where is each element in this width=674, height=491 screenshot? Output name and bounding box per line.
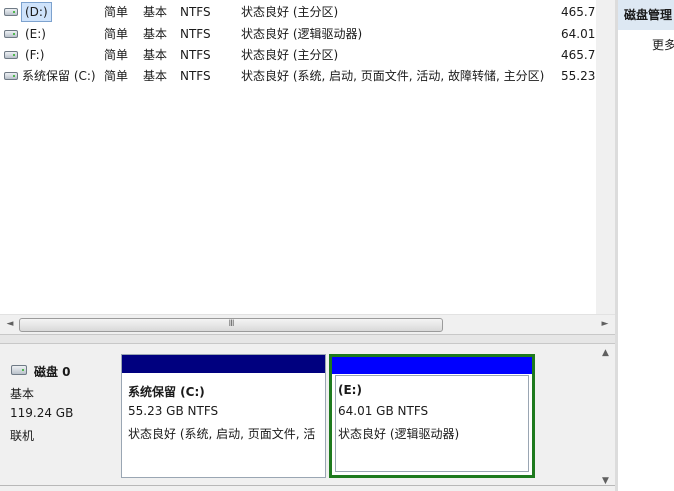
volume-name: 系统保留 (C:) bbox=[22, 69, 96, 83]
volume-layout: 简单 bbox=[104, 27, 129, 41]
volume-layout: 简单 bbox=[104, 69, 129, 83]
partition-status: 状态良好 (系统, 启动, 页面文件, 活 bbox=[128, 427, 316, 441]
disk-name: 磁盘 0 bbox=[34, 365, 71, 379]
drive-icon bbox=[4, 51, 18, 59]
volume-type: 基本 bbox=[143, 48, 168, 62]
disk-label-panel[interactable]: 磁盘 0 基本 119.24 GB 联机 bbox=[4, 351, 119, 481]
partition-e[interactable]: (E:) 64.01 GB NTFS 状态良好 (逻辑驱动器) bbox=[329, 354, 535, 478]
volume-row-f[interactable]: (F:) 简单 基本 NTFS 状态良好 (主分区) 465.75 GB bbox=[0, 44, 615, 66]
volume-name: (F:) bbox=[25, 48, 45, 62]
drive-icon bbox=[4, 72, 18, 80]
scroll-right-icon[interactable]: ► bbox=[596, 315, 614, 334]
volume-filesystem: NTFS bbox=[180, 27, 211, 41]
scrollbar-thumb[interactable]: III bbox=[19, 318, 443, 332]
actions-pane: 磁盘管理 更多 bbox=[615, 0, 674, 491]
partition-status: 状态良好 (逻辑驱动器) bbox=[338, 427, 460, 441]
volume-filesystem: NTFS bbox=[180, 69, 211, 83]
volume-row-e[interactable]: (E:) 简单 基本 NTFS 状态良好 (逻辑驱动器) 64.01 GB bbox=[0, 23, 615, 45]
volume-status: 状态良好 (主分区) bbox=[241, 48, 339, 62]
partition-size: 64.01 GB NTFS bbox=[338, 404, 429, 418]
volume-row-c[interactable]: 系统保留 (C:) 简单 基本 NTFS 状态良好 (系统, 启动, 页面文件,… bbox=[0, 65, 615, 87]
volume-status: 状态良好 (主分区) bbox=[241, 5, 339, 19]
partition-name: 系统保留 (C:) bbox=[128, 385, 205, 399]
drive-icon bbox=[4, 8, 18, 16]
actions-header[interactable]: 磁盘管理 bbox=[618, 0, 674, 30]
volume-type: 基本 bbox=[143, 5, 168, 19]
bottom-edge bbox=[0, 485, 615, 491]
volume-type: 基本 bbox=[143, 27, 168, 41]
partition-color-bar bbox=[122, 355, 325, 373]
partition-c[interactable]: 系统保留 (C:) 55.23 GB NTFS 状态良好 (系统, 启动, 页面… bbox=[121, 354, 326, 478]
disk-icon bbox=[11, 365, 27, 375]
volume-type: 基本 bbox=[143, 69, 168, 83]
volume-name: (D:) bbox=[21, 2, 52, 22]
disk-map: 磁盘 0 基本 119.24 GB 联机 系统保留 (C:) 55.23 GB … bbox=[0, 344, 615, 491]
volume-layout: 简单 bbox=[104, 5, 129, 19]
volume-filesystem: NTFS bbox=[180, 5, 211, 19]
partition-color-bar bbox=[332, 357, 532, 374]
volume-status: 状态良好 (系统, 启动, 页面文件, 活动, 故障转储, 主分区) bbox=[241, 69, 545, 83]
volume-list: (D:) 简单 基本 NTFS 状态良好 (主分区) 465.75 GB (E:… bbox=[0, 0, 615, 314]
volume-layout: 简单 bbox=[104, 48, 129, 62]
drive-icon bbox=[4, 30, 18, 38]
map-vertical-scrollbar[interactable]: ▲ ▼ bbox=[596, 344, 615, 491]
partition-size: 55.23 GB NTFS bbox=[128, 404, 219, 418]
disk-type: 基本 bbox=[10, 387, 35, 401]
volume-filesystem: NTFS bbox=[180, 48, 211, 62]
partition-name: (E:) bbox=[338, 383, 362, 397]
volume-name: (E:) bbox=[25, 27, 46, 41]
volume-status: 状态良好 (逻辑驱动器) bbox=[241, 27, 363, 41]
more-actions-link[interactable]: 更多 bbox=[652, 36, 674, 53]
volume-row-d[interactable]: (D:) 简单 基本 NTFS 状态良好 (主分区) 465.75 GB bbox=[0, 1, 615, 23]
list-horizontal-scrollbar[interactable]: ◄ III ► bbox=[0, 314, 615, 334]
scroll-left-icon[interactable]: ◄ bbox=[1, 315, 19, 334]
scroll-up-icon[interactable]: ▲ bbox=[596, 345, 615, 362]
disk-size: 119.24 GB bbox=[10, 406, 74, 420]
pane-splitter[interactable] bbox=[0, 334, 615, 344]
disk-state: 联机 bbox=[10, 429, 35, 443]
partition-body bbox=[335, 375, 529, 472]
list-vertical-scrollbar[interactable] bbox=[596, 0, 615, 314]
